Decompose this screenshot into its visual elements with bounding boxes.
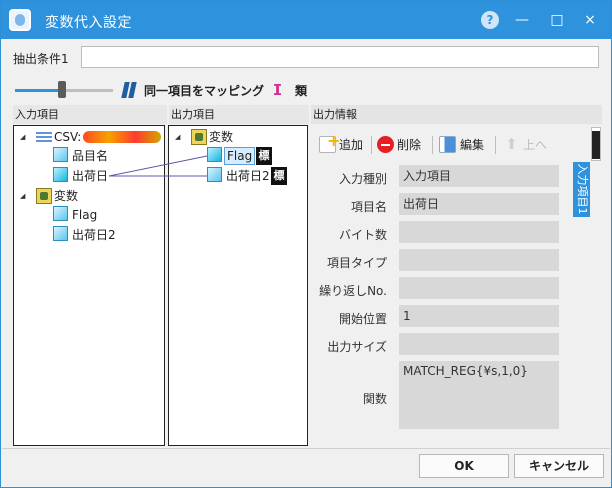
minimize-button[interactable]: — [509,9,535,31]
field-input-kind-value: 入力項目 [399,165,559,187]
field-cube-icon [53,147,68,162]
field-function-label: 関数 [362,392,387,406]
close-button[interactable]: × [577,9,603,31]
field-byte-count-label: バイト数 [338,228,387,242]
field-byte-count-value [399,221,559,243]
input-variable-label: Flag [72,208,98,222]
similar-mapping-button[interactable]: 類 [295,82,307,99]
field-input-kind-label: 入力種別 [338,172,387,186]
field-output-size-label: 出力サイズ [327,340,387,354]
output-variables-label: 変数 [209,130,234,144]
input-variable-label: 出荷日2 [72,228,116,242]
ok-button[interactable]: OK [419,454,509,478]
maximize-icon: □ [550,12,564,28]
title-bar[interactable]: 変数代入設定 ? — □ × [1,1,611,39]
standard-mark-icon: 標 [256,147,272,165]
input-item-label: 品目名 [72,149,109,163]
add-icon[interactable] [319,131,340,153]
output-item-label: 出荷日2 [226,169,270,183]
mapping-slider-handle[interactable] [58,81,66,98]
window-title: 変数代入設定 [45,15,132,31]
close-icon: × [584,12,596,28]
field-output-size-value [399,333,559,355]
output-items-header: 出力項目 [169,105,309,124]
variable-assignment-dialog: 変数代入設定 ? — □ × 抽出条件1 同一項目をマッピング ⵊ 類 入力項目… [0,0,612,488]
app-icon [9,9,31,31]
field-cube-icon [53,226,68,241]
collapse-triangle-icon[interactable]: ◢ [175,132,185,142]
field-start-position-label: 開始位置 [338,312,387,326]
same-item-mapping-button[interactable]: 同一項目をマッピング [144,82,264,99]
csv-icon [36,130,53,144]
help-button[interactable]: ? [477,9,503,31]
field-cube-icon [53,167,68,182]
maximize-button[interactable]: □ [544,9,570,31]
field-item-name-label: 項目名 [350,200,387,214]
field-item-type-value [399,249,559,271]
field-repeat-no-value [399,277,559,299]
variable-folder-icon [36,188,52,204]
field-start-position-value: 1 [399,305,559,327]
edit-icon[interactable] [439,136,456,153]
side-tab-input-item-1[interactable]: 入力項目1 [573,162,590,217]
variable-folder-icon [191,129,207,145]
field-repeat-no-label: 繰り返しNo. [319,284,387,298]
add-button[interactable]: 追加 [339,136,363,154]
minimize-icon: — [515,12,529,28]
input-item-label: 出荷日 [72,169,109,183]
mapping-slider-fill [15,89,61,92]
up-arrow-icon: ⬆ [505,135,518,153]
same-item-mapping-icon[interactable] [121,82,139,98]
edit-button[interactable]: 編集 [460,136,484,154]
similar-mapping-icon[interactable]: ⵊ [273,82,289,98]
toolbar-separator [432,136,433,154]
condition-label: 抽出条件1 [13,52,69,66]
csv-label: CSV: [54,130,82,144]
field-item-name-value: 出荷日 [399,193,559,215]
toolbar-separator [371,136,372,154]
field-cube-icon [53,206,68,221]
output-info-header: 出力情報 [311,105,602,124]
info-scroll-thumb[interactable] [592,131,600,159]
input-items-header: 入力項目 [13,105,167,124]
input-variables-label: 変数 [54,189,79,203]
field-cube-icon [207,147,222,162]
output-item-label-selected: Flag [224,147,256,165]
question-circle-icon: ? [481,11,499,29]
delete-icon[interactable] [377,136,394,153]
delete-button[interactable]: 削除 [397,136,421,154]
collapse-triangle-icon[interactable]: ◢ [20,191,30,201]
standard-mark-icon: 標 [271,167,287,185]
collapse-triangle-icon[interactable]: ◢ [20,132,30,142]
field-item-type-label: 項目タイプ [326,256,387,270]
toolbar-separator [495,136,496,154]
field-cube-icon [207,167,222,182]
cancel-button[interactable]: キャンセル [514,454,604,478]
field-function-value: MATCH_REG{¥s,1,0} [399,361,559,429]
side-tab-label: 入力項目1 [576,163,589,215]
csv-filename-redacted [83,131,161,143]
condition-input[interactable] [81,46,599,68]
move-up-button[interactable]: 上へ [523,136,547,154]
